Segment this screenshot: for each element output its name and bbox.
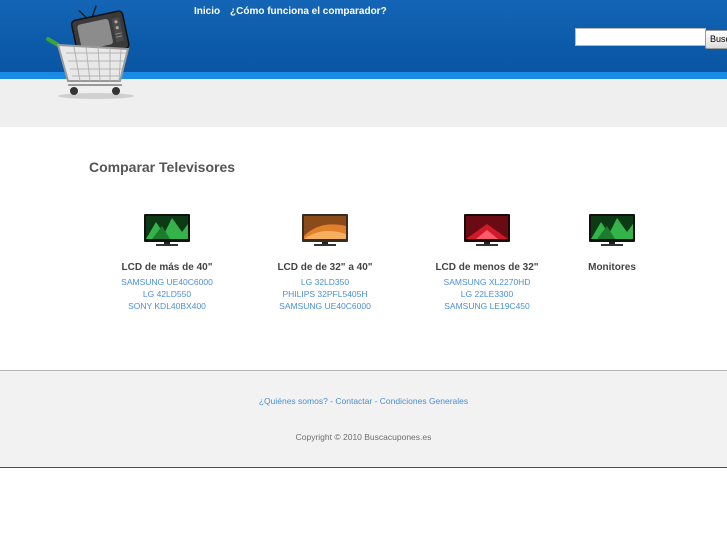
footer-link-condiciones[interactable]: Condiciones Generales <box>380 396 468 406</box>
product-link[interactable]: SAMSUNG UE40C6000 <box>250 300 400 312</box>
footer-link-contactar[interactable]: Contactar <box>335 396 372 406</box>
nav-link-como-funciona[interactable]: ¿Cómo funciona el comparador? <box>230 6 387 17</box>
search-input[interactable] <box>575 28 706 46</box>
page-title: Comparar Televisores <box>89 159 236 175</box>
product-link[interactable]: SAMSUNG UE40C6000 <box>92 276 242 288</box>
footer-link-quienes[interactable]: ¿Quiénes somos? <box>259 396 328 406</box>
product-link[interactable]: SAMSUNG LE19C450 <box>412 300 562 312</box>
tv-icon[interactable] <box>142 212 192 246</box>
product-link[interactable]: LG 32LD350 <box>250 276 400 288</box>
category-title: LCD de de 32" a 40" <box>277 262 373 273</box>
category-lcd-mas-40: LCD de más de 40" SAMSUNG UE40C6000 LG 4… <box>92 212 242 312</box>
search-button[interactable]: Buscar <box>705 30 727 49</box>
category-title: Monitores <box>588 262 636 273</box>
category-title: LCD de más de 40" <box>121 262 213 273</box>
monitor-icon[interactable] <box>587 212 637 246</box>
product-link[interactable]: PHILIPS 32PFL5405H <box>250 288 400 300</box>
product-link[interactable]: LG 42LD550 <box>92 288 242 300</box>
site-footer: ¿Quiénes somos? - Contactar - Condicione… <box>0 370 727 468</box>
footer-links: ¿Quiénes somos? - Contactar - Condicione… <box>0 396 727 406</box>
cart-tv-logo-icon[interactable] <box>44 5 136 100</box>
tv-icon[interactable] <box>300 212 350 246</box>
product-link[interactable]: SONY KDL40BX400 <box>92 300 242 312</box>
tv-icon[interactable] <box>462 212 512 246</box>
product-link[interactable]: SAMSUNG XL2270HD <box>412 276 562 288</box>
copyright-text: Copyright © 2010 Buscacupones.es <box>295 432 432 442</box>
footer-separator: - <box>372 396 380 406</box>
nav-link-inicio[interactable]: Inicio <box>194 6 220 17</box>
category-monitores: Monitores <box>537 212 687 273</box>
category-lcd-32-40: LCD de de 32" a 40" LG 32LD350 PHILIPS 3… <box>250 212 400 312</box>
product-link[interactable]: LG 22LE3300 <box>412 288 562 300</box>
